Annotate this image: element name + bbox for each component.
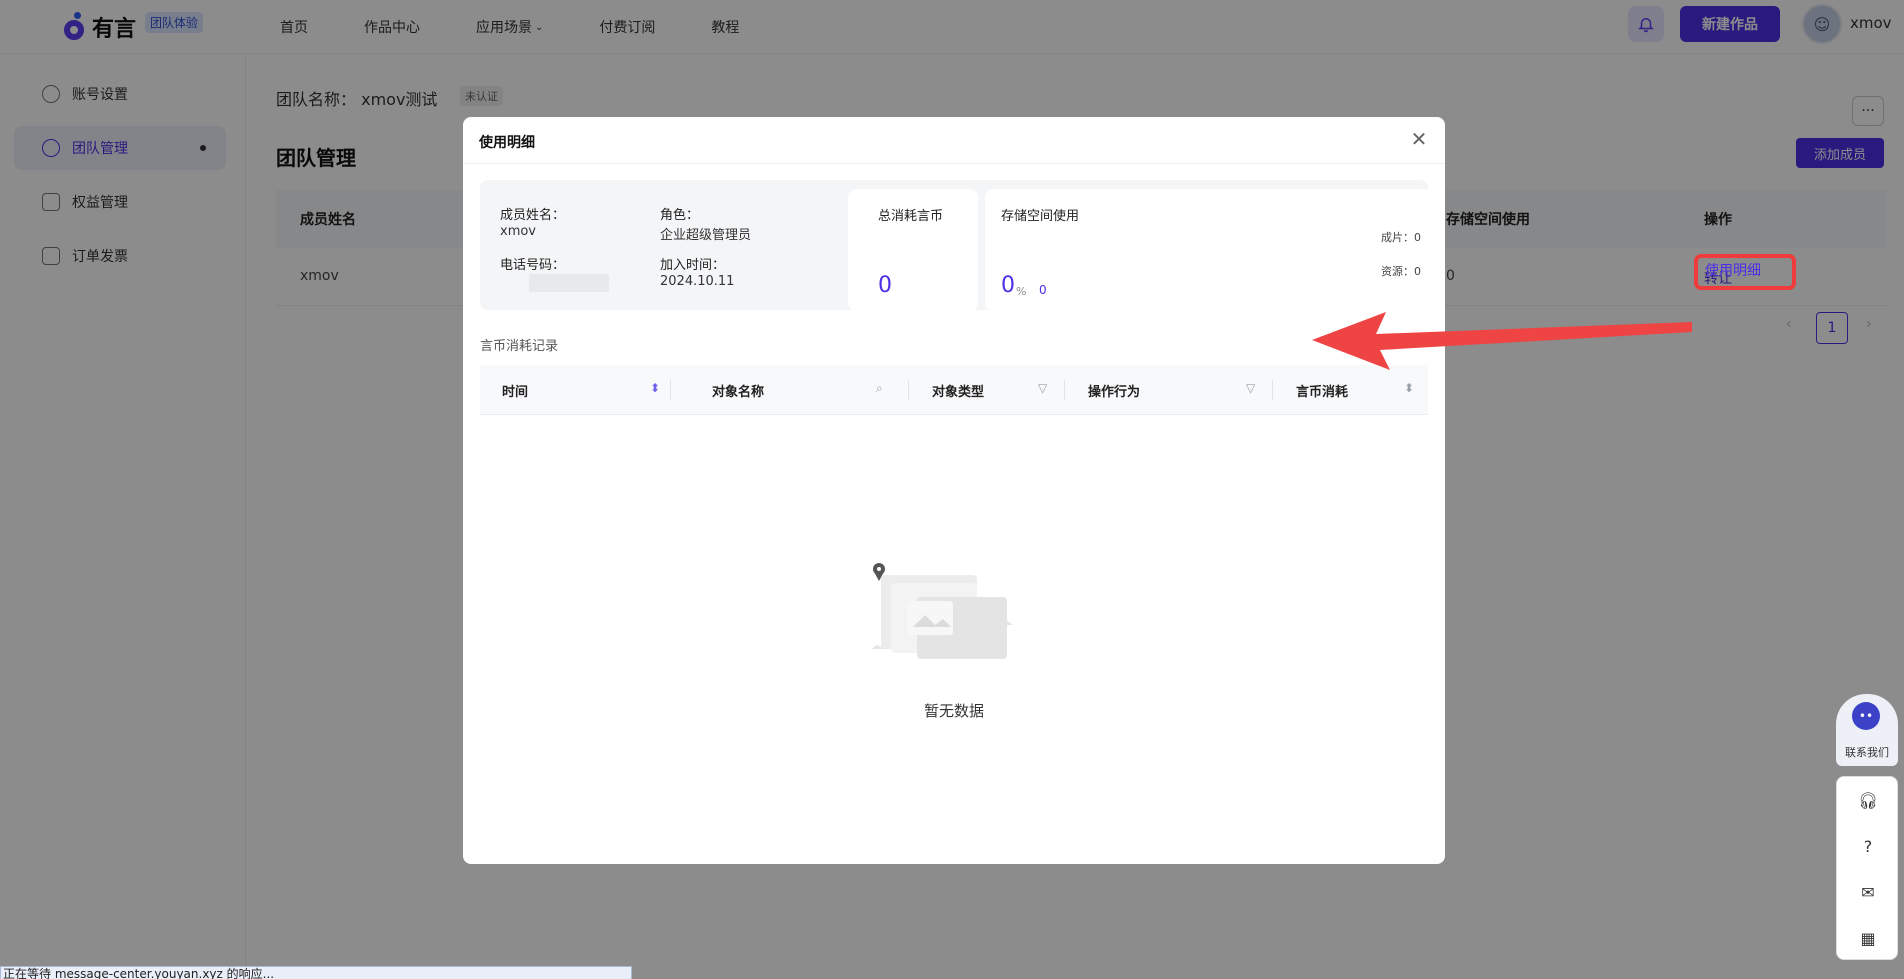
- qrcode-icon[interactable]: ▦: [1837, 915, 1899, 961]
- annotation-arrow-icon: [1312, 312, 1692, 370]
- finished-count: 成片：0: [1381, 231, 1421, 244]
- col-object-type: 对象类型: [932, 385, 985, 400]
- status-bar: 正在等待 message-center.youyan.xyz 的响应...: [0, 966, 632, 979]
- coin-card: 总消耗言币 0: [848, 189, 978, 311]
- mail-icon[interactable]: ✉: [1837, 869, 1899, 915]
- filter-icon[interactable]: ▽: [1246, 381, 1255, 395]
- storage-card: 存储空间使用 成片：0 资源：0 0 % 0: [985, 189, 1437, 311]
- sort-icon[interactable]: ⬍: [650, 381, 660, 395]
- usage-detail-modal: 使用明细 ✕ 成员姓名： xmov 电话号码： 角色： 企业超级管理员 加入时间…: [463, 117, 1445, 864]
- join-date: 2024.10.11: [660, 274, 735, 289]
- contact-widget[interactable]: •• 联系我们: [1836, 694, 1898, 766]
- col-coin-cost: 言币消耗: [1296, 385, 1349, 400]
- coin-value: 0: [878, 273, 892, 298]
- modal-title: 使用明细: [479, 135, 535, 151]
- storage-used: 0: [1039, 283, 1047, 297]
- sort-icon[interactable]: ⬍: [1404, 381, 1414, 395]
- coin-card-title: 总消耗言币: [878, 209, 944, 224]
- col-time: 时间: [502, 385, 529, 400]
- phone-label: 电话号码：: [500, 258, 566, 273]
- contact-label: 联系我们: [1845, 746, 1889, 759]
- empty-state-illustration: [871, 563, 1013, 659]
- role-value: 企业超级管理员: [660, 228, 752, 243]
- search-icon[interactable]: ⌕: [876, 381, 883, 396]
- resource-count: 资源：0: [1381, 265, 1421, 278]
- bot-icon: ••: [1852, 702, 1880, 730]
- right-toolbar: 🎧︎ ? ✉ ▦: [1836, 776, 1898, 960]
- storage-percent-unit: %: [1016, 285, 1027, 298]
- headset-icon[interactable]: 🎧︎: [1837, 777, 1899, 823]
- col-action: 操作行为: [1088, 385, 1141, 400]
- close-icon[interactable]: ✕: [1405, 125, 1433, 153]
- col-object-name: 对象名称: [712, 385, 765, 400]
- join-label: 加入时间：: [660, 258, 726, 273]
- storage-card-title: 存储空间使用: [1001, 209, 1080, 224]
- modal-header: 使用明细 ✕: [463, 117, 1445, 164]
- section-label: 言币消耗记录: [480, 339, 559, 354]
- annotation-highlight-box: [1694, 254, 1796, 290]
- empty-text: 暂无数据: [923, 702, 984, 720]
- member-info-panel: 成员姓名： xmov 电话号码： 角色： 企业超级管理员 加入时间： 2024.…: [480, 180, 1437, 311]
- role-label: 角色：: [660, 208, 700, 223]
- coin-table-header: 时间 ⬍ 对象名称 ⌕ 对象类型 ▽ 操作行为 ▽ 言币消耗 ⬍: [480, 365, 1428, 415]
- name-value: xmov: [500, 224, 537, 239]
- phone-masked-value: [529, 274, 609, 292]
- name-label: 成员姓名：: [500, 208, 566, 223]
- filter-icon[interactable]: ▽: [1038, 381, 1047, 395]
- help-icon[interactable]: ?: [1837, 823, 1899, 869]
- storage-percent: 0: [1001, 273, 1015, 298]
